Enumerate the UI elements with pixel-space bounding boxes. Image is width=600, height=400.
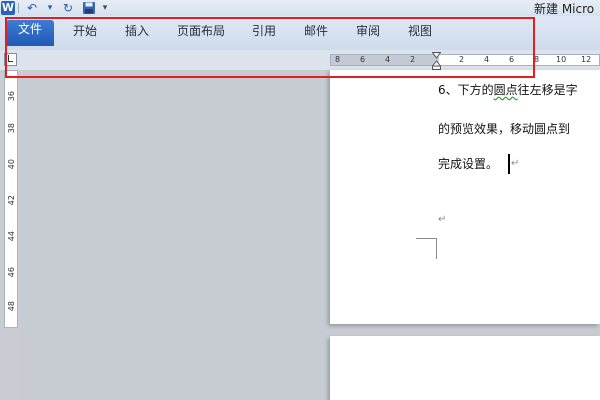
ruler-tick-label: 46	[7, 267, 16, 278]
ruler-tick-label: 44	[7, 231, 16, 242]
ruler-tick-label: 36	[7, 91, 16, 102]
toolbar-separator	[18, 3, 19, 13]
customize-toolbar-icon[interactable]: ▾	[100, 0, 110, 16]
paragraph-mark-icon: ↵	[511, 158, 520, 169]
text-cursor	[508, 154, 510, 174]
line-text: 的预览效果，移动圆点到	[438, 122, 571, 136]
document-line-3[interactable]: 完成设置。	[438, 156, 498, 172]
ruler-tick-label: 42	[7, 195, 16, 206]
paragraph-mark-icon: ↵	[438, 214, 447, 225]
undo-icon[interactable]: ↶	[24, 0, 40, 16]
highlight-annotation	[5, 17, 535, 78]
vertical-ruler[interactable]: 36 38 40 42 44 46 48	[4, 70, 18, 328]
document-line-1[interactable]: 6、下方的圆点往左移是字	[438, 82, 578, 98]
ruler-tick-label: 10	[556, 55, 567, 64]
ruler-tick-label: 48	[7, 301, 16, 312]
undo-dropdown-icon[interactable]: ▾	[45, 0, 55, 16]
ruler-tick-label: 38	[7, 123, 16, 134]
document-line-2[interactable]: 的预览效果，移动圆点到	[438, 121, 570, 137]
redo-icon[interactable]: ↻	[60, 0, 76, 16]
word-app-icon[interactable]: W	[1, 1, 15, 15]
line-text: 完成设置。	[438, 157, 499, 171]
text-boundary-corner	[416, 238, 437, 259]
document-page-next[interactable]	[330, 336, 600, 400]
window-title: 新建 Micro	[534, 2, 595, 16]
spellcheck-word[interactable]: 圆点	[494, 83, 518, 97]
document-page[interactable]	[330, 70, 600, 324]
line-text: 6、下方的圆点往左移是字	[438, 83, 578, 97]
ruler-tick-label: 12	[581, 55, 592, 64]
save-icon[interactable]	[82, 1, 96, 15]
title-bar: W ↶ ▾ ↻ ▾ 新建 Micro	[0, 0, 600, 16]
ruler-tick-label: 40	[7, 159, 16, 170]
